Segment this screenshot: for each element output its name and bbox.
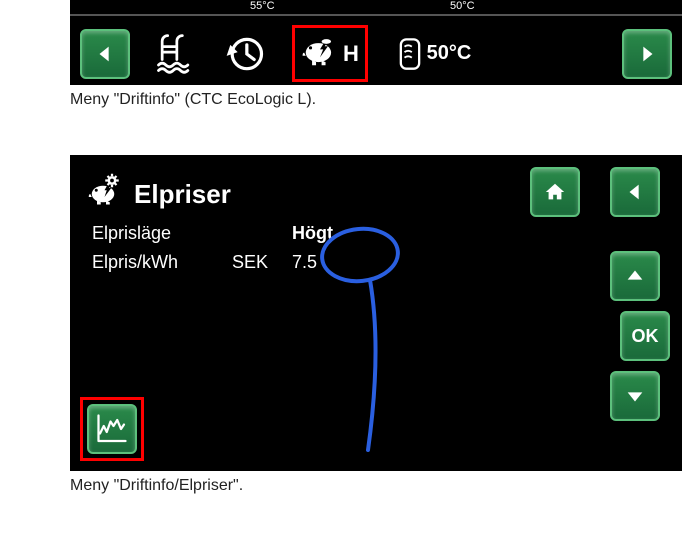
price-mode-value: Högt [292, 223, 352, 244]
up-button[interactable] [610, 251, 660, 301]
home-button[interactable] [530, 167, 580, 217]
next-button[interactable] [622, 29, 672, 79]
page-title: Elpriser [134, 179, 231, 210]
price-info: Elprisläge Högt Elpris/kWh SEK 7.5 [92, 223, 352, 281]
price-mode-letter: H [343, 41, 359, 67]
back-button[interactable] [610, 167, 660, 217]
tank-status[interactable]: 50°C [380, 26, 490, 81]
chart-button-highlight [80, 397, 144, 461]
driftinfo-toolbar: 55°C 50°C H 50°C [70, 0, 682, 85]
panel2-caption: Meny "Driftinfo/Elpriser". [70, 477, 700, 495]
piggy-gear-icon [88, 173, 124, 216]
divider [70, 14, 682, 16]
ok-label: OK [632, 326, 659, 347]
price-kwh-label: Elpris/kWh [92, 252, 232, 273]
price-mode-label: Elprisläge [92, 223, 232, 244]
temp-small-2: 50°C [450, 0, 475, 12]
chart-button[interactable] [87, 404, 137, 454]
top-temps: 55°C 50°C [70, 0, 682, 14]
elpriser-screen: Elpriser Elprisläge Högt Elpris/kWh SEK … [70, 155, 682, 471]
price-kwh-unit: SEK [232, 252, 292, 273]
tank-temp: 50°C [427, 42, 472, 65]
price-mode-highlight: H [280, 26, 380, 81]
history-icon[interactable] [210, 26, 280, 81]
chart-icon [94, 411, 130, 447]
ok-button[interactable]: OK [620, 311, 670, 361]
arrow-down-icon [624, 385, 646, 407]
tank-icon [399, 37, 421, 71]
temp-small-1: 55°C [250, 0, 275, 12]
home-icon [544, 181, 566, 203]
down-button[interactable] [610, 371, 660, 421]
arrow-up-icon [624, 265, 646, 287]
pool-icon[interactable] [140, 26, 210, 81]
arrow-left-icon [94, 43, 116, 65]
arrow-right-icon [636, 43, 658, 65]
prev-button[interactable] [80, 29, 130, 79]
arrow-left-icon [624, 181, 646, 203]
piggy-bolt-icon[interactable] [301, 32, 339, 75]
price-kwh-value: 7.5 [292, 252, 352, 273]
panel1-caption: Meny "Driftinfo" (CTC EcoLogic L). [70, 91, 700, 109]
